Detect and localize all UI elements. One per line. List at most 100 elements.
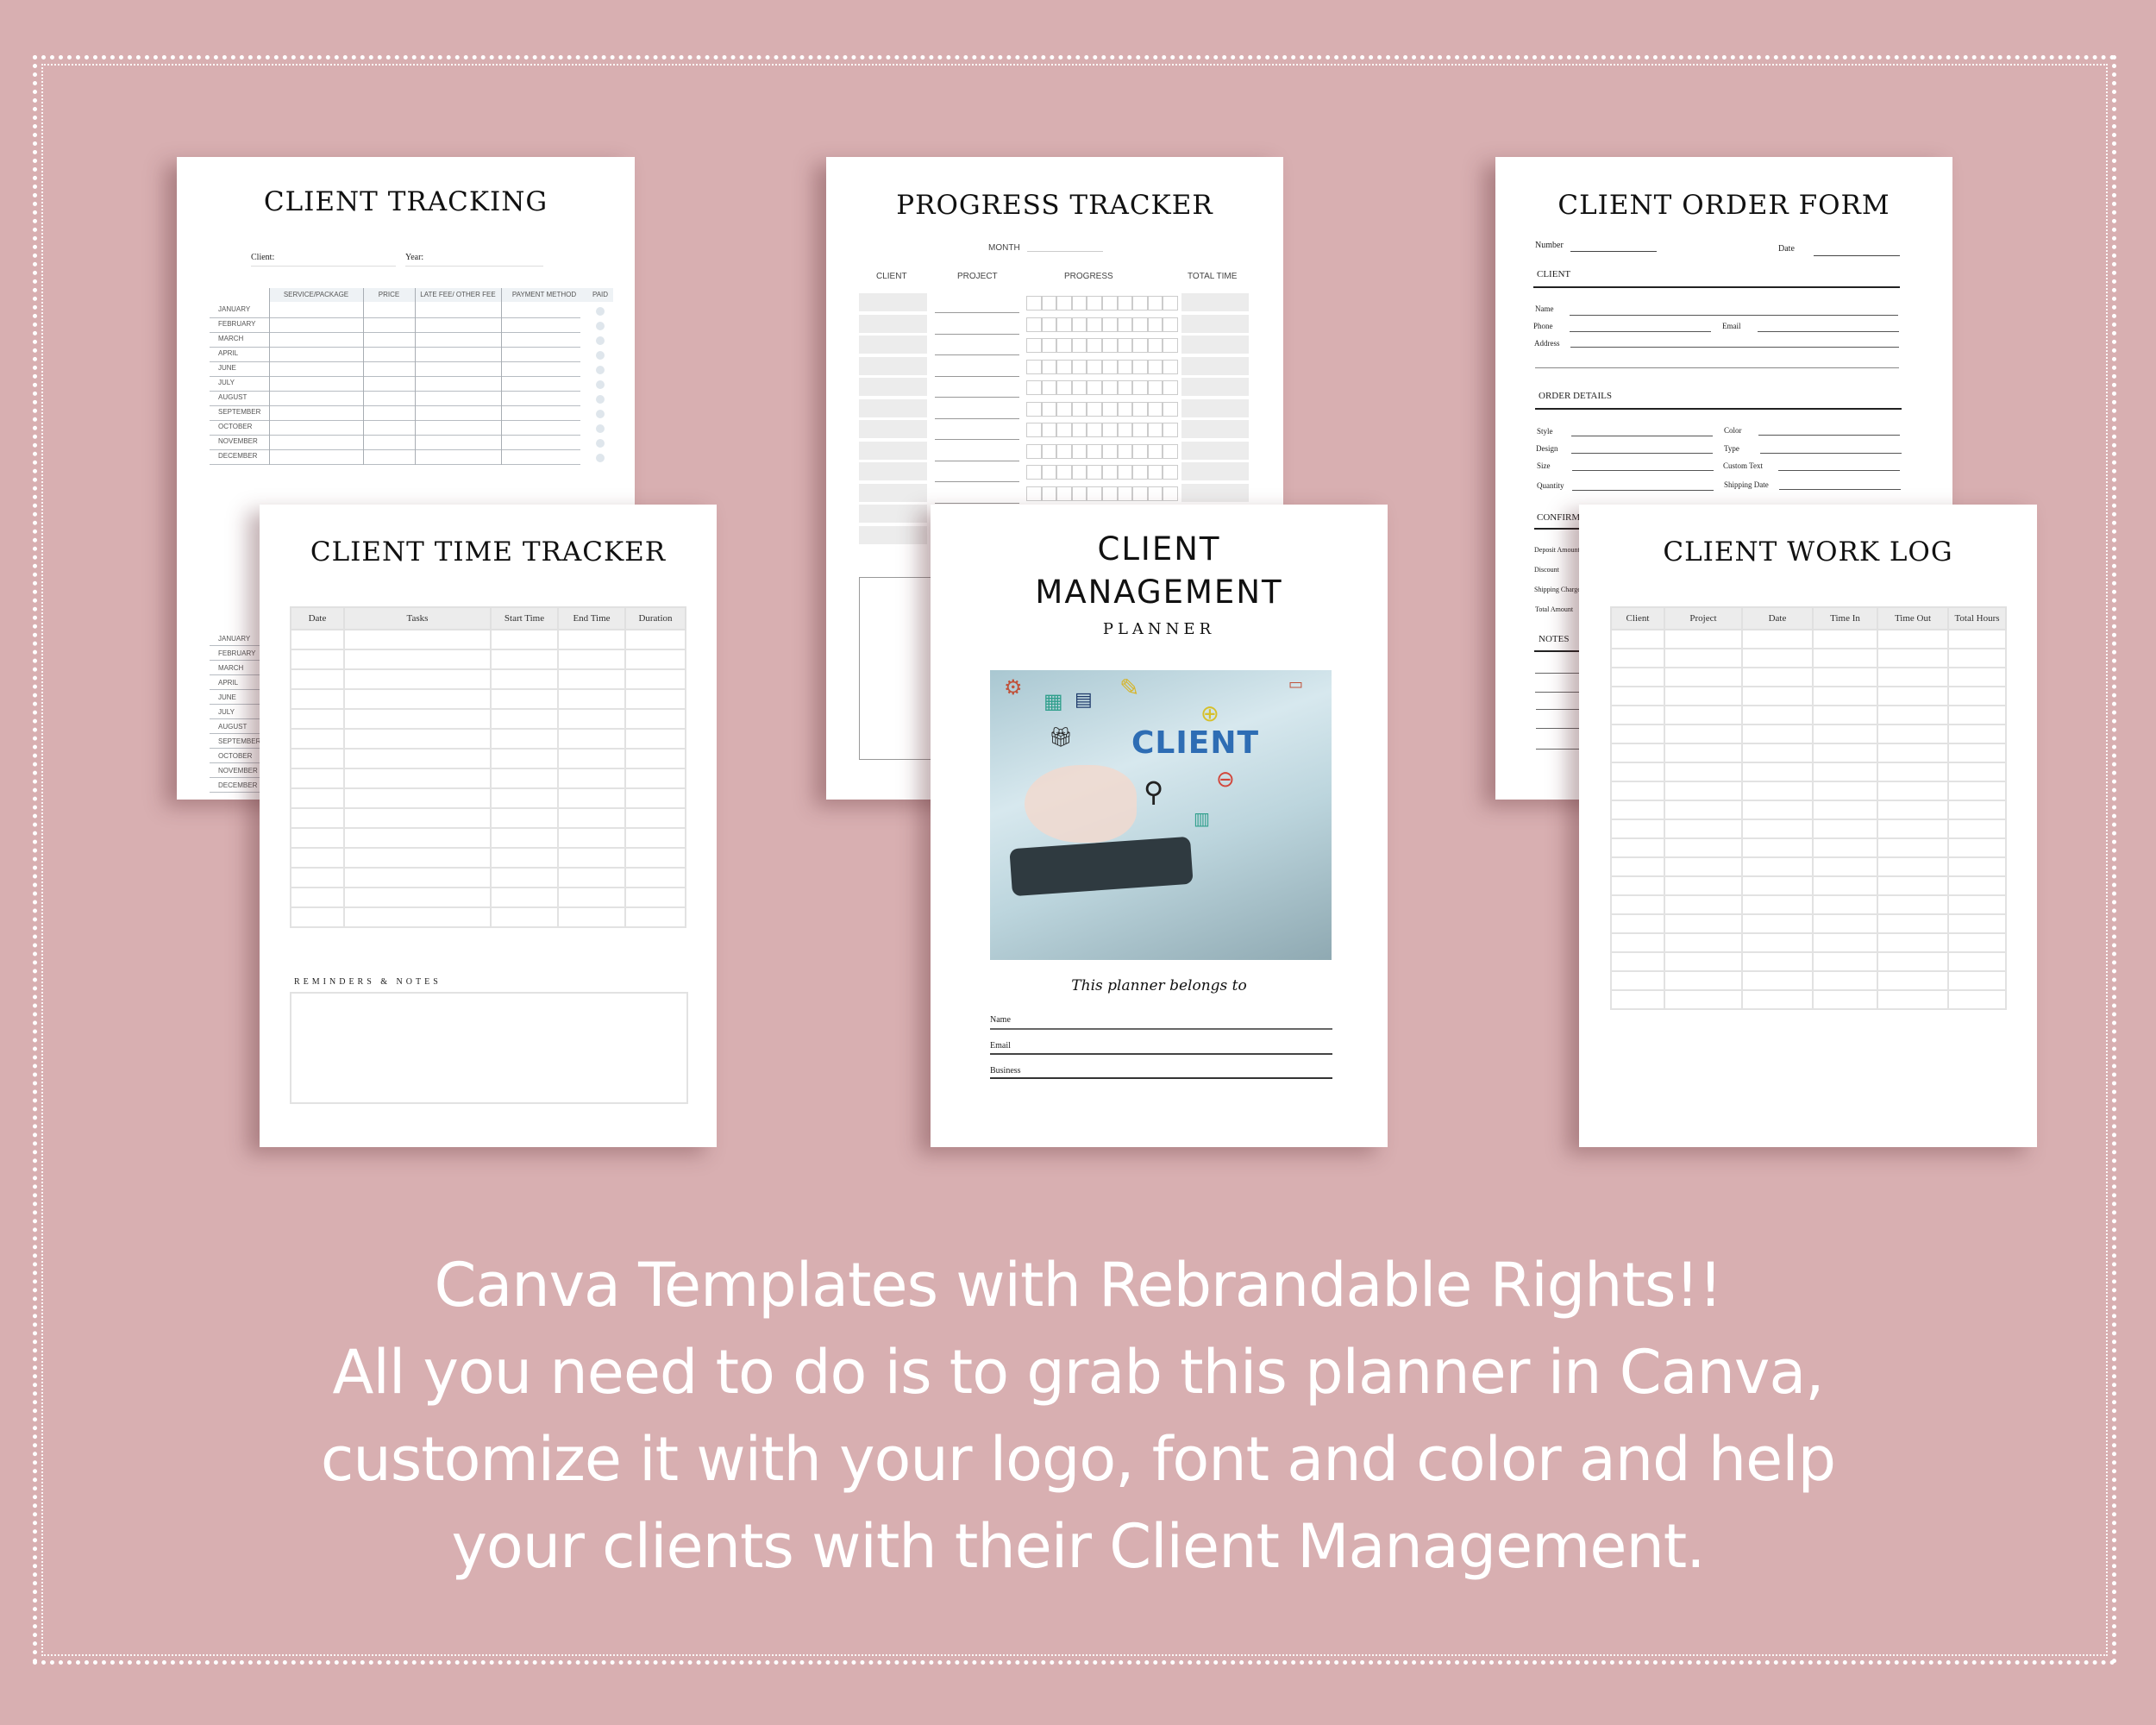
table-cell[interactable] [1877, 875, 1949, 896]
table-cell[interactable] [1947, 781, 2007, 801]
table-cell[interactable] [1610, 705, 1665, 725]
table-cell[interactable] [1664, 989, 1743, 1010]
pt-total-time-cell[interactable] [1181, 293, 1249, 311]
pt-progress-box[interactable] [1056, 465, 1072, 480]
table-cell[interactable] [1947, 762, 2007, 782]
table-cell[interactable] [1741, 875, 1814, 896]
pt-client-cell[interactable] [859, 420, 927, 438]
pt-total-time-cell[interactable] [1181, 336, 1249, 354]
table-cell[interactable] [1610, 743, 1665, 763]
table-cell[interactable] [1877, 648, 1949, 668]
table-cell[interactable] [1741, 800, 1814, 820]
pt-progress-box[interactable] [1087, 423, 1102, 437]
pt-progress-box[interactable] [1132, 443, 1148, 459]
pt-progress-box[interactable] [1163, 423, 1178, 437]
pt-progress-box[interactable] [1102, 317, 1118, 332]
table-cell[interactable] [343, 708, 492, 730]
pt-progress-box[interactable] [1117, 465, 1133, 480]
table-cell[interactable] [624, 787, 686, 809]
pt-project-line[interactable] [935, 397, 1019, 398]
pt-progress-box[interactable] [1071, 359, 1087, 374]
pt-progress-box[interactable] [1132, 465, 1148, 480]
table-cell[interactable] [557, 827, 626, 849]
table-cell[interactable] [1812, 743, 1878, 763]
pt-progress-box[interactable] [1071, 486, 1087, 501]
pt-project-line[interactable] [935, 439, 1019, 440]
table-cell[interactable] [1664, 781, 1743, 801]
pt-progress-box[interactable] [1163, 338, 1178, 353]
table-cell[interactable] [290, 827, 345, 849]
pt-progress-box[interactable] [1147, 317, 1163, 332]
table-cell[interactable] [624, 847, 686, 869]
table-cell[interactable] [1610, 762, 1665, 782]
pt-progress-box[interactable] [1117, 423, 1133, 437]
pt-progress-box[interactable] [1163, 465, 1178, 480]
table-cell[interactable] [557, 906, 626, 928]
table-cell[interactable] [1947, 894, 2007, 915]
table-cell[interactable] [343, 887, 492, 908]
pt-client-cell[interactable] [859, 483, 927, 502]
table-cell[interactable] [490, 708, 559, 730]
pt-progress-box[interactable] [1132, 317, 1148, 332]
table-cell[interactable] [1610, 648, 1665, 668]
pt-progress-box[interactable] [1102, 338, 1118, 353]
table-cell[interactable] [490, 629, 559, 650]
table-cell[interactable] [290, 887, 345, 908]
table-cell[interactable] [1877, 951, 1949, 972]
table-cell[interactable] [1664, 970, 1743, 991]
table-cell[interactable] [290, 629, 345, 650]
table-cell[interactable] [1812, 951, 1878, 972]
pt-progress-box[interactable] [1041, 359, 1057, 374]
table-cell[interactable] [290, 748, 345, 769]
table-cell[interactable] [290, 807, 345, 829]
pt-progress-box[interactable] [1102, 401, 1118, 417]
table-cell[interactable] [1947, 837, 2007, 858]
table-cell[interactable] [343, 668, 492, 690]
pt-progress-box[interactable] [1056, 486, 1072, 501]
table-cell[interactable] [490, 887, 559, 908]
table-cell[interactable] [557, 867, 626, 888]
table-cell[interactable] [1877, 800, 1949, 820]
paid-checkbox[interactable] [596, 366, 605, 374]
pt-progress-box[interactable] [1071, 443, 1087, 459]
table-cell[interactable] [490, 668, 559, 690]
pt-progress-box[interactable] [1147, 465, 1163, 480]
pt-progress-box[interactable] [1026, 423, 1042, 437]
pt-client-cell[interactable] [859, 441, 927, 460]
pt-progress-box[interactable] [1087, 465, 1102, 480]
table-cell[interactable] [557, 807, 626, 829]
table-cell[interactable] [1947, 705, 2007, 725]
pt-progress-box[interactable] [1056, 443, 1072, 459]
table-cell[interactable] [490, 649, 559, 670]
table-cell[interactable] [624, 887, 686, 908]
table-cell[interactable] [1947, 951, 2007, 972]
pt-progress-box[interactable] [1132, 486, 1148, 501]
table-cell[interactable] [290, 649, 345, 670]
pt-client-cell[interactable] [859, 314, 927, 333]
table-cell[interactable] [624, 708, 686, 730]
table-cell[interactable] [1812, 629, 1878, 649]
table-cell[interactable] [1877, 856, 1949, 877]
table-cell[interactable] [1877, 724, 1949, 744]
reminders-notes-box[interactable] [290, 992, 688, 1104]
pt-progress-box[interactable] [1147, 359, 1163, 374]
table-cell[interactable] [1741, 894, 1814, 915]
table-cell[interactable] [290, 787, 345, 809]
pt-progress-box[interactable] [1132, 401, 1148, 417]
pt-total-time-cell[interactable] [1181, 314, 1249, 333]
table-cell[interactable] [1812, 705, 1878, 725]
table-cell[interactable] [1610, 724, 1665, 744]
pt-progress-box[interactable] [1087, 380, 1102, 395]
pt-client-cell[interactable] [859, 378, 927, 396]
table-cell[interactable] [1664, 951, 1743, 972]
paid-checkbox[interactable] [596, 424, 605, 433]
table-cell[interactable] [343, 688, 492, 710]
pt-total-time-cell[interactable] [1181, 356, 1249, 375]
table-cell[interactable] [1610, 800, 1665, 820]
pt-progress-box[interactable] [1147, 486, 1163, 501]
pt-client-cell[interactable] [859, 356, 927, 375]
paid-checkbox[interactable] [596, 454, 605, 462]
table-cell[interactable] [1741, 856, 1814, 877]
table-cell[interactable] [1664, 875, 1743, 896]
pt-progress-box[interactable] [1132, 296, 1148, 310]
